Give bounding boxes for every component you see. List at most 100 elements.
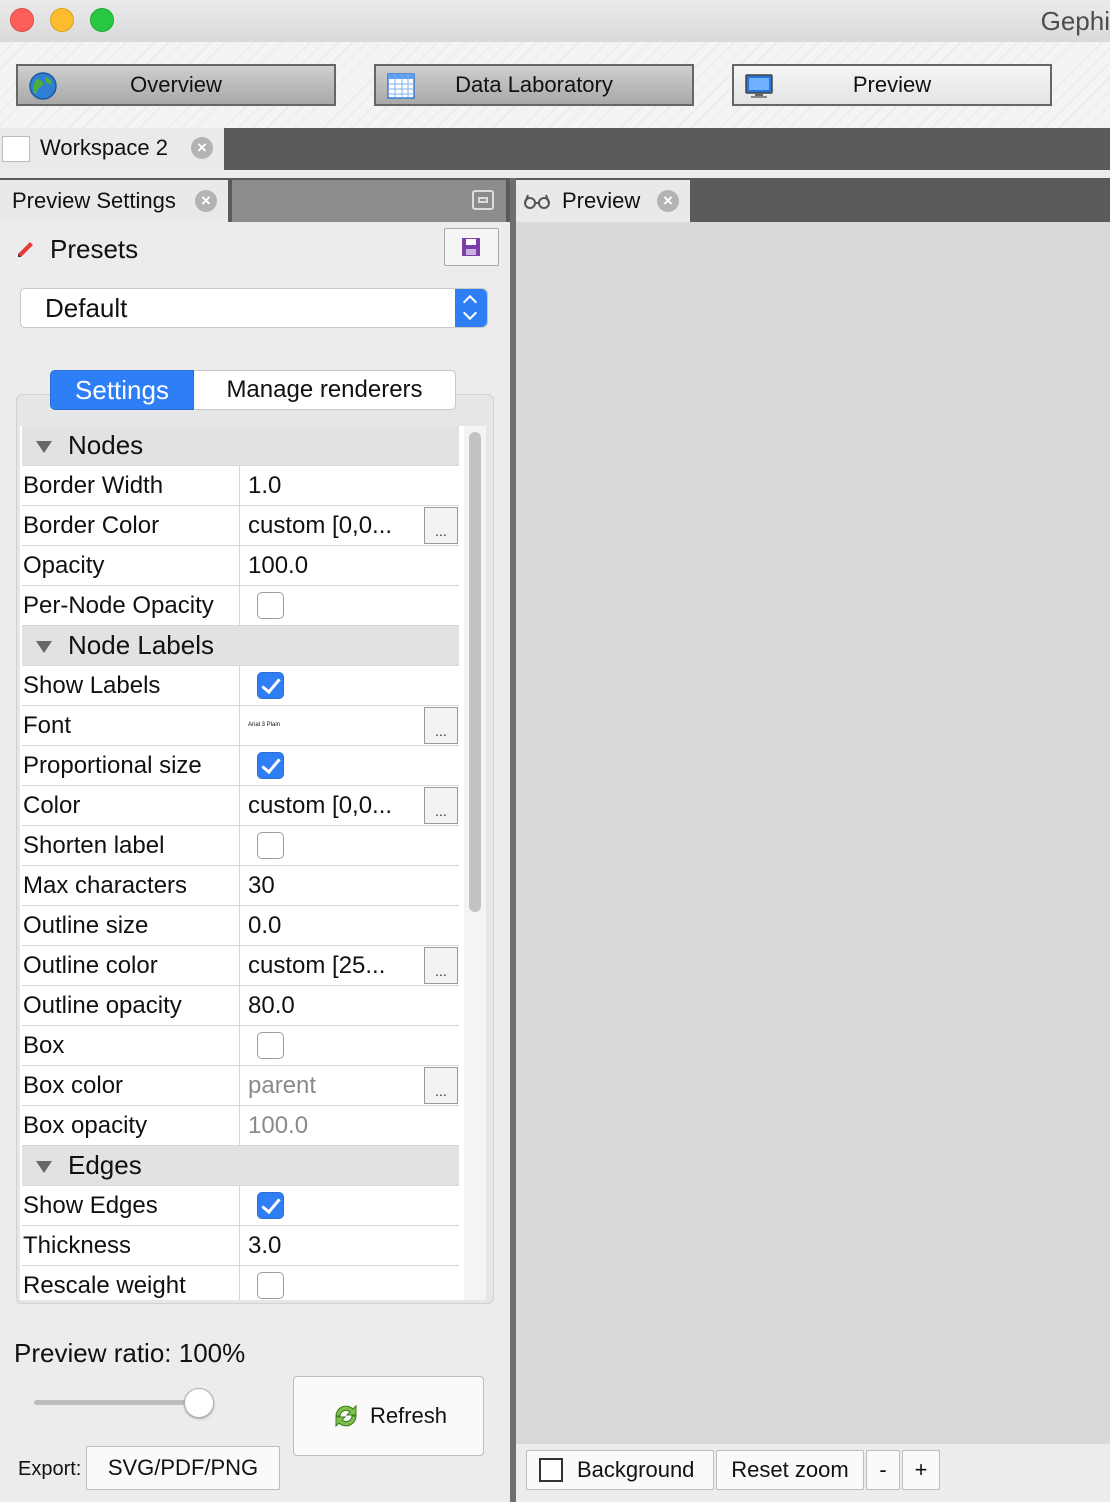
maximize-window-button[interactable] bbox=[90, 8, 114, 32]
workspace-bar: Workspace 2 × bbox=[0, 128, 1110, 170]
tab-manage-renderers[interactable]: Manage renderers bbox=[194, 370, 456, 410]
reset-zoom-button[interactable]: Reset zoom bbox=[716, 1450, 864, 1490]
row-border-width: Border Width 1.0 bbox=[22, 466, 459, 506]
box-checkbox[interactable] bbox=[257, 1032, 284, 1059]
preview-canvas[interactable] bbox=[516, 222, 1110, 1444]
export-svg-pdf-png-button[interactable]: SVG/PDF/PNG bbox=[86, 1446, 280, 1490]
properties-scrollbar-thumb[interactable] bbox=[469, 432, 481, 912]
preview-settings-tabbar: Preview Settings × bbox=[0, 178, 510, 222]
outline-color-ellipsis-button[interactable]: ... bbox=[424, 947, 458, 984]
box-color-field[interactable]: parent bbox=[248, 1066, 316, 1105]
refresh-label: Refresh bbox=[369, 1403, 448, 1428]
property-label: Max characters bbox=[22, 866, 240, 905]
section-edges[interactable]: Edges bbox=[22, 1146, 459, 1186]
minimize-window-button[interactable] bbox=[50, 8, 74, 32]
preview-ratio-label: Preview ratio: bbox=[14, 1338, 172, 1368]
property-label: Border Color bbox=[22, 506, 240, 545]
preview-ratio-value: 100% bbox=[178, 1338, 246, 1368]
row-outline-color: Outline color custom [25...... bbox=[22, 946, 459, 986]
font-field[interactable]: Arial 3 Plain bbox=[248, 706, 280, 745]
close-icon[interactable]: × bbox=[657, 190, 679, 212]
color-ellipsis-button[interactable]: ... bbox=[424, 787, 458, 824]
overview-button[interactable]: Overview bbox=[16, 64, 336, 106]
shorten-label-checkbox[interactable] bbox=[257, 832, 284, 859]
presets-label: Presets bbox=[50, 234, 139, 264]
row-thickness: Thickness 3.0 bbox=[22, 1226, 459, 1266]
overview-label: Overview bbox=[130, 72, 222, 97]
preview-mode-button[interactable]: Preview bbox=[732, 64, 1052, 106]
workspace-tab[interactable]: Workspace 2 × bbox=[0, 128, 224, 170]
background-toggle[interactable]: Background bbox=[526, 1450, 714, 1490]
row-color: Color custom [0,0...... bbox=[22, 786, 459, 826]
row-rescale-weight: Rescale weight bbox=[22, 1266, 459, 1300]
property-label: Show Edges bbox=[22, 1186, 240, 1225]
property-label: Border Width bbox=[22, 466, 240, 505]
data-laboratory-button[interactable]: Data Laboratory bbox=[374, 64, 694, 106]
workspace-tab-label: Workspace 2 bbox=[40, 135, 168, 160]
outline-size-field[interactable]: 0.0 bbox=[248, 906, 281, 945]
property-label: Opacity bbox=[22, 546, 240, 585]
section-title: Edges bbox=[68, 1150, 142, 1180]
preset-dropdown[interactable]: Default bbox=[20, 288, 488, 328]
close-window-button[interactable] bbox=[10, 8, 34, 32]
refresh-button[interactable]: Refresh bbox=[293, 1376, 484, 1456]
row-show-edges: Show Edges bbox=[22, 1186, 459, 1226]
property-label: Shorten label bbox=[22, 826, 240, 865]
row-box-opacity: Box opacity 100.0 bbox=[22, 1106, 459, 1146]
property-label: Show Labels bbox=[22, 666, 240, 705]
preview-settings-panel: Preview Settings × Presets Default Setti… bbox=[0, 178, 510, 1502]
row-box: Box bbox=[22, 1026, 459, 1066]
window-title: Gephi bbox=[1040, 6, 1110, 36]
border-color-field[interactable]: custom [0,0... bbox=[248, 506, 392, 545]
property-label: Color bbox=[22, 786, 240, 825]
row-outline-opacity: Outline opacity 80.0 bbox=[22, 986, 459, 1026]
preview-panel: Preview × Background Reset zoom - + bbox=[516, 178, 1110, 1502]
section-nodes[interactable]: Nodes bbox=[22, 426, 459, 466]
preview-settings-tab[interactable]: Preview Settings × bbox=[0, 180, 228, 222]
border-width-field[interactable]: 1.0 bbox=[248, 466, 281, 505]
maximize-icon[interactable] bbox=[472, 190, 494, 210]
tab-settings[interactable]: Settings bbox=[50, 370, 194, 410]
row-max-characters: Max characters 30 bbox=[22, 866, 459, 906]
property-label: Box opacity bbox=[22, 1106, 240, 1145]
preview-settings-tab-label: Preview Settings bbox=[12, 188, 176, 213]
section-title: Node Labels bbox=[68, 630, 214, 660]
data-laboratory-label: Data Laboratory bbox=[455, 72, 613, 97]
outline-opacity-field[interactable]: 80.0 bbox=[248, 986, 295, 1025]
color-field[interactable]: custom [0,0... bbox=[248, 786, 392, 825]
row-opacity: Opacity 100.0 bbox=[22, 546, 459, 586]
proportional-size-checkbox[interactable] bbox=[257, 752, 284, 779]
box-opacity-field[interactable]: 100.0 bbox=[248, 1106, 308, 1145]
collapse-triangle-icon bbox=[36, 641, 52, 653]
per-node-opacity-checkbox[interactable] bbox=[257, 592, 284, 619]
section-node-labels[interactable]: Node Labels bbox=[22, 626, 459, 666]
outline-color-field[interactable]: custom [25... bbox=[248, 946, 385, 985]
slider-knob[interactable] bbox=[184, 1388, 214, 1418]
preview-mode-label: Preview bbox=[852, 72, 932, 97]
close-icon[interactable]: × bbox=[195, 190, 217, 212]
mode-toolbar: Overview Data Laboratory Preview bbox=[0, 42, 1110, 128]
show-labels-checkbox[interactable] bbox=[257, 672, 284, 699]
border-color-ellipsis-button[interactable]: ... bbox=[424, 507, 458, 544]
preview-tab[interactable]: Preview × bbox=[516, 180, 690, 222]
show-edges-checkbox[interactable] bbox=[257, 1192, 284, 1219]
row-shorten-label: Shorten label bbox=[22, 826, 459, 866]
box-color-ellipsis-button[interactable]: ... bbox=[424, 1067, 458, 1104]
row-proportional-size: Proportional size bbox=[22, 746, 459, 786]
opacity-field[interactable]: 100.0 bbox=[248, 546, 308, 585]
font-ellipsis-button[interactable]: ... bbox=[424, 707, 458, 744]
document-icon bbox=[2, 136, 30, 162]
preview-ratio-slider[interactable] bbox=[34, 1388, 214, 1418]
zoom-in-button[interactable]: + bbox=[902, 1450, 940, 1490]
rescale-weight-checkbox[interactable] bbox=[257, 1272, 284, 1299]
thickness-field[interactable]: 3.0 bbox=[248, 1226, 281, 1265]
max-characters-field[interactable]: 30 bbox=[248, 866, 275, 905]
background-checkbox[interactable] bbox=[539, 1458, 563, 1482]
zoom-out-button[interactable]: - bbox=[866, 1450, 900, 1490]
properties-scrollbar-track[interactable] bbox=[464, 426, 486, 1300]
property-label: Outline color bbox=[22, 946, 240, 985]
close-icon[interactable]: × bbox=[191, 137, 213, 159]
save-preset-button[interactable] bbox=[444, 228, 499, 266]
row-font: Font Arial 3 Plain... bbox=[22, 706, 459, 746]
property-label: Outline opacity bbox=[22, 986, 240, 1025]
